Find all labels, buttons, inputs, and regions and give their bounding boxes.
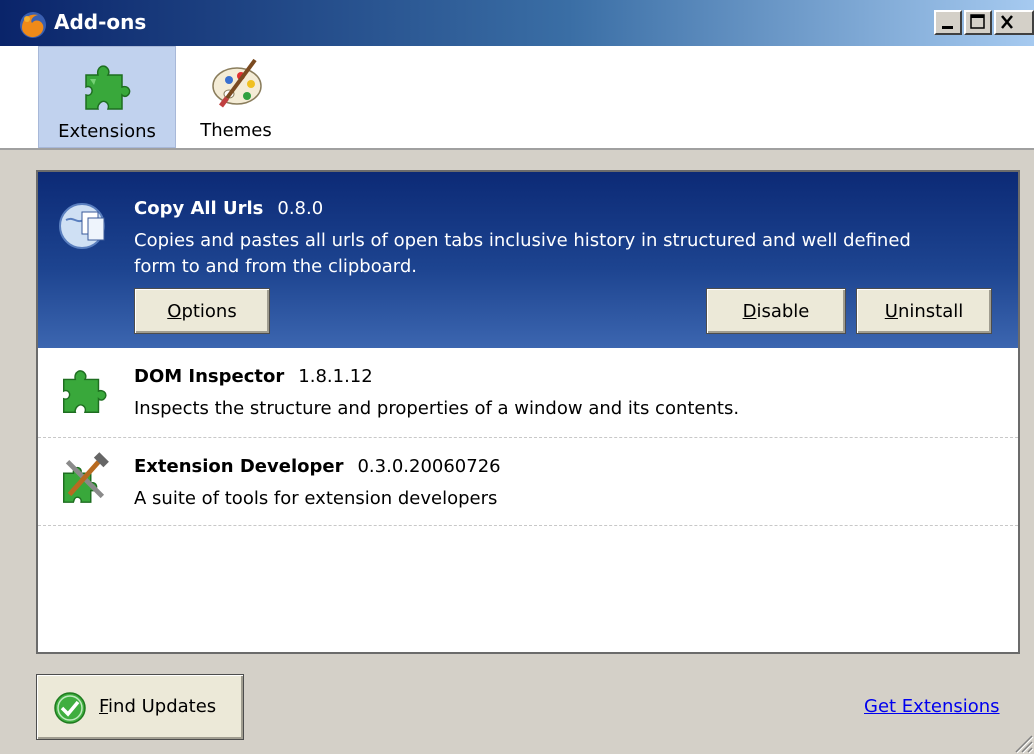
extension-version: 1.8.1.12 [298, 366, 373, 387]
uninstall-button-label: ninstall [897, 300, 964, 322]
extension-header: Copy All Urls 0.8.0 [134, 198, 323, 219]
close-button[interactable] [994, 10, 1034, 35]
extension-version: 0.3.0.20060726 [357, 456, 501, 477]
extension-description-line1: Copies and pastes all urls of open tabs … [134, 230, 911, 251]
uninstall-button-key: U [884, 300, 898, 322]
find-updates-text: ind Updates [108, 696, 217, 717]
extension-description-line2: form to and from the clipboard. [134, 256, 417, 277]
extension-developer-icon [63, 452, 109, 503]
extension-name: DOM Inspector [134, 366, 285, 387]
options-button-label: ptions [181, 300, 237, 322]
disable-button[interactable]: Disable [706, 288, 846, 334]
palette-icon [212, 58, 262, 108]
tab-extensions-label: Extensions [58, 121, 156, 142]
extension-description: Copies and pastes all urls of open tabs … [134, 228, 911, 280]
title-bar: Add-ons [0, 0, 1034, 46]
find-updates-label: Find Updates [99, 696, 216, 717]
check-icon [54, 692, 86, 724]
tab-extensions[interactable]: Extensions [38, 46, 176, 148]
extension-name: Extension Developer [134, 456, 344, 477]
maximize-icon [970, 14, 985, 29]
resize-grip-icon[interactable] [1010, 730, 1034, 754]
firefox-icon [20, 12, 46, 38]
find-updates-key: F [99, 696, 109, 717]
disable-button-key: D [742, 300, 757, 322]
minimize-button[interactable] [934, 10, 962, 35]
puzzle-piece-icon [63, 370, 107, 413]
addons-toolbar: Extensions Themes [0, 46, 1034, 150]
extensions-list[interactable]: Copy All Urls 0.8.0 Copies and pastes all… [36, 170, 1020, 654]
extension-item-copy-all-urls[interactable]: Copy All Urls 0.8.0 Copies and pastes all… [38, 172, 1018, 348]
find-updates-button[interactable]: Find Updates [36, 674, 244, 740]
extension-description: Inspects the structure and properties of… [134, 398, 740, 419]
extension-name: Copy All Urls [134, 198, 264, 219]
copy-all-urls-icon [59, 203, 105, 249]
options-button-key: O [167, 300, 182, 322]
extension-header: Extension Developer 0.3.0.20060726 [134, 456, 501, 477]
disable-button-label: isable [756, 300, 810, 322]
maximize-button[interactable] [964, 10, 992, 35]
extension-version: 0.8.0 [277, 198, 324, 219]
extension-item-extension-developer[interactable]: Extension Developer 0.3.0.20060726 A suit… [38, 438, 1018, 526]
extension-item-dom-inspector[interactable]: DOM Inspector 1.8.1.12 Inspects the struc… [38, 348, 1018, 438]
tab-themes[interactable]: Themes [186, 46, 286, 148]
extension-description: A suite of tools for extension developer… [134, 488, 498, 509]
puzzle-piece-icon [85, 65, 131, 110]
get-extensions-link[interactable]: Get Extensions [864, 696, 1000, 717]
window-title: Add-ons [54, 10, 147, 34]
close-icon [1001, 15, 1013, 29]
uninstall-button[interactable]: Uninstall [856, 288, 992, 334]
extension-header: DOM Inspector 1.8.1.12 [134, 366, 373, 387]
tab-themes-label: Themes [200, 120, 272, 141]
minimize-icon [942, 26, 953, 29]
options-button[interactable]: Options [134, 288, 270, 334]
